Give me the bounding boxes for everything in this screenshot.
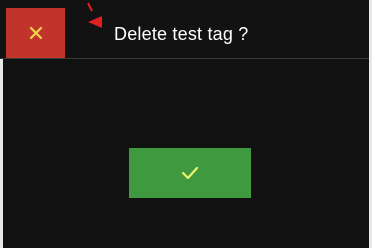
delete-tag-dialog: Delete test tag ? — [0, 0, 372, 248]
title-bar: Delete test tag ? — [0, 0, 372, 59]
red-pointer-arrow-icon — [87, 2, 102, 28]
close-x-icon — [29, 26, 42, 40]
dialog-title: Delete test tag ? — [114, 24, 249, 44]
confirm-button[interactable] — [129, 148, 251, 198]
checkmark-icon — [181, 166, 199, 180]
close-button[interactable] — [6, 8, 65, 58]
